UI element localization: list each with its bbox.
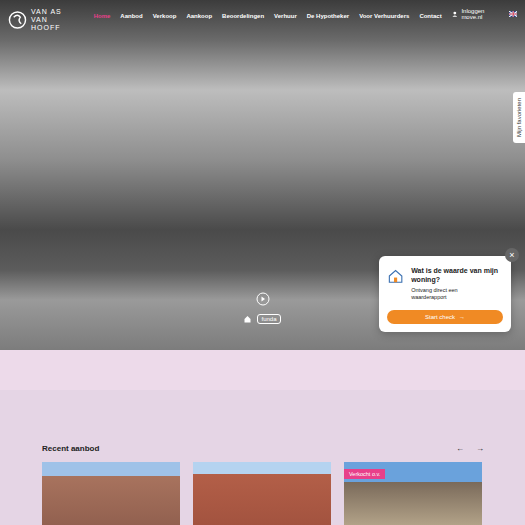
logo[interactable]: VAN ASVAN HOOFF xyxy=(8,8,78,32)
status-badge: Verkocht o.v. xyxy=(344,469,385,479)
prev-button[interactable]: ← xyxy=(456,444,464,453)
house-icon[interactable] xyxy=(244,315,251,323)
play-icon[interactable] xyxy=(256,292,270,306)
uk-flag-icon[interactable] xyxy=(509,11,518,17)
nav-item[interactable]: Beoordelingen xyxy=(222,13,264,19)
popup-body: Wat is de waarde van mijn woning? Ontvang… xyxy=(387,266,503,301)
listing-card[interactable] xyxy=(193,462,331,525)
main-nav: Home Aanbod Verkoop Aankoop Beoordelingen Ver… xyxy=(94,8,442,19)
nav-item[interactable]: Voor Verhuurders xyxy=(359,13,409,19)
carousel-arrows: ←→ xyxy=(456,444,484,453)
nav-item[interactable]: Aanbod xyxy=(120,13,142,19)
nav-item[interactable]: Aankoop xyxy=(186,13,212,19)
nav-item[interactable]: Contact xyxy=(419,13,441,19)
nav-item[interactable]: De Hypotheker xyxy=(307,13,349,19)
house-icon xyxy=(387,266,404,286)
valuation-popup: ×Wat is de waarde van mijn woning?Ontvan… xyxy=(379,256,511,332)
favorites-tab[interactable]: Mijn favorieten xyxy=(513,92,525,143)
popup-text: Wat is de waarde van mijn woning? Ontvang… xyxy=(411,266,503,301)
funda-badge[interactable]: funda xyxy=(257,314,280,324)
listing-cards: Verkocht o.v. xyxy=(42,462,484,525)
section-title: Recent aanbod xyxy=(42,444,99,453)
next-button[interactable]: → xyxy=(476,444,484,453)
popup-subtitle: Ontvang direct een waarderapport xyxy=(411,287,473,301)
listing-card[interactable]: Verkocht o.v. xyxy=(344,462,482,525)
hero-links: funda xyxy=(244,314,280,324)
listing-card[interactable] xyxy=(42,462,180,525)
nav-item[interactable]: Verkoop xyxy=(153,13,177,19)
popup-title: Wat is de waarde van mijn woning? xyxy=(411,266,503,284)
nav-item[interactable]: Home xyxy=(94,13,111,19)
logo-text: VAN ASVAN HOOFF xyxy=(31,8,78,32)
arrow-icon: → xyxy=(459,314,465,320)
user-icon xyxy=(452,11,458,17)
logo-icon xyxy=(8,10,27,30)
hero: VAN ASVAN HOOFF Home Aanbod Verkoop Aankoop B… xyxy=(0,0,525,350)
close-button[interactable]: × xyxy=(505,248,519,262)
start-check-button[interactable]: Start check→ xyxy=(387,310,503,324)
header: VAN ASVAN HOOFF Home Aanbod Verkoop Aankoop B… xyxy=(0,0,525,32)
login-link[interactable]: Inloggen move.nl xyxy=(461,8,504,20)
section-header: Recent aanbod←→ xyxy=(42,444,484,453)
account[interactable]: Inloggen move.nl xyxy=(452,8,517,20)
nav-item[interactable]: Verhuur xyxy=(274,13,297,19)
band xyxy=(0,350,525,390)
page: VAN ASVAN HOOFF Home Aanbod Verkoop Aankoop B… xyxy=(0,0,525,525)
recent-section: Recent aanbod←→Verkocht o.v. xyxy=(0,390,525,525)
